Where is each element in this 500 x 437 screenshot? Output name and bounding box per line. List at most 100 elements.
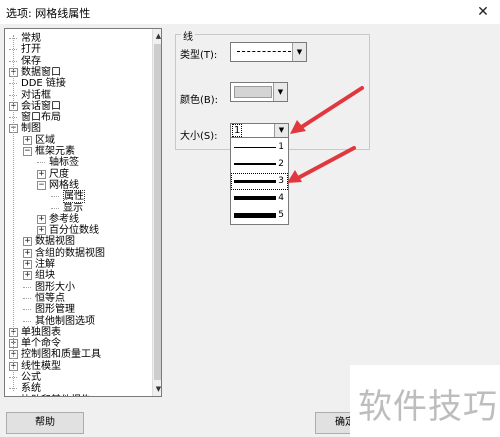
size-option[interactable]: 3	[231, 173, 288, 190]
tree-item[interactable]: 其他制图选项	[23, 316, 95, 328]
tree-item[interactable]: + 线性模型	[9, 361, 61, 373]
tree-connector	[23, 316, 31, 322]
arrow-to-size-option-3	[287, 146, 356, 183]
tree-connector	[37, 157, 45, 164]
options-tree[interactable]: 常规 打开 保存 + 数据窗口 DDE 链接 对话框 + 会话窗口 窗口布局 − 制图 + 区域 − 框架元素…	[4, 28, 162, 397]
chevron-down-icon[interactable]: ▼	[273, 83, 287, 101]
tree-connector	[23, 304, 31, 311]
line-weight-preview	[234, 196, 276, 200]
tree-item-label: 图形大小	[35, 281, 75, 293]
tree-item-label: 尺度	[49, 168, 69, 180]
tree-item[interactable]: 属性	[51, 190, 85, 204]
size-option[interactable]: 5	[231, 207, 288, 224]
size-option-label: 1	[278, 142, 284, 152]
close-icon[interactable]: ✕	[466, 0, 500, 24]
tree-item-label: 系统	[21, 383, 41, 395]
tree-item-label: 控制图和质量工具	[21, 349, 101, 361]
tree-root-connector	[13, 35, 14, 391]
size-value: 1	[231, 124, 243, 137]
tree-item[interactable]: + 单独图表	[9, 327, 61, 339]
tree-item[interactable]: + 区域	[23, 135, 55, 147]
tree-item[interactable]: + 数据视图	[23, 236, 75, 248]
tree-item[interactable]: + 组块	[23, 270, 55, 282]
tree-item-label: 公式	[21, 372, 41, 383]
tree-item-label: 会话窗口	[21, 100, 61, 112]
tree-item-label: 注解	[35, 259, 55, 270]
tree-connector	[51, 191, 59, 198]
tree-item-label: 线性模型	[21, 360, 61, 372]
color-swatch	[234, 86, 272, 98]
tree-item-label: 参考线	[49, 213, 79, 225]
color-label: 颜色(B):	[180, 95, 219, 106]
tree-item-label: 含组的数据视图	[35, 247, 105, 259]
size-option-label: 4	[278, 193, 284, 203]
expand-icon[interactable]: +	[37, 226, 46, 236]
line-weight-preview	[234, 213, 276, 218]
size-option[interactable]: 4	[231, 190, 288, 207]
tree-connector	[9, 395, 17, 396]
size-option-label: 3	[278, 176, 284, 186]
expand-icon[interactable]: +	[23, 135, 32, 145]
tree-item[interactable]: DDE 链接	[9, 78, 66, 90]
line-weight-preview	[234, 163, 276, 165]
tree-item-label: 其他制图选项	[35, 315, 95, 327]
help-button[interactable]: 帮助	[6, 412, 84, 434]
tree-item[interactable]: 图形管理	[23, 304, 75, 316]
line-color-combo[interactable]: ▼	[230, 82, 288, 102]
expand-icon[interactable]: +	[23, 260, 32, 269]
expand-icon[interactable]: +	[23, 248, 32, 258]
scroll-thumb[interactable]	[154, 44, 161, 380]
line-group-title: 线	[181, 28, 195, 43]
tree-item-label: 单个命令	[21, 338, 61, 350]
size-option-label: 5	[278, 210, 284, 220]
tree-item-label: 显示	[63, 202, 83, 214]
tree-item-label: 图形管理	[35, 304, 75, 316]
tree-item[interactable]: 图形大小	[23, 282, 75, 294]
collapse-icon[interactable]: −	[37, 180, 46, 190]
tree-item-label: 窗口布局	[21, 112, 61, 124]
expand-icon[interactable]: +	[37, 169, 46, 179]
tree-item-label: 数据窗口	[21, 66, 61, 78]
tree-item[interactable]: + 参考线	[37, 214, 79, 226]
size-label: 大小(S):	[180, 131, 218, 142]
size-option[interactable]: 1	[231, 139, 288, 156]
scroll-up-icon[interactable]: ▲	[153, 29, 161, 43]
expand-icon[interactable]: +	[37, 214, 46, 224]
tree-item[interactable]: 协助和其他报告	[9, 395, 91, 396]
chevron-down-icon[interactable]: ▼	[274, 124, 288, 137]
line-weight-preview	[234, 180, 276, 183]
tree-item-label: 组块	[35, 270, 55, 282]
title-bar: 选项: 网格线属性 ✕	[0, 0, 500, 24]
tree-item[interactable]: + 控制图和质量工具	[9, 349, 101, 361]
tree-item-label: 恒等点	[35, 292, 65, 304]
tree-item-label: 数据视图	[35, 236, 75, 248]
expand-icon[interactable]: +	[23, 271, 32, 281]
tree-item-label: 区域	[35, 134, 55, 146]
size-option[interactable]: 2	[231, 156, 288, 173]
tree-item-label: DDE 链接	[21, 78, 66, 90]
chevron-down-icon[interactable]: ▼	[292, 43, 306, 61]
tree-connector	[23, 293, 31, 299]
tree-item[interactable]: + 含组的数据视图	[23, 248, 105, 260]
tree-item-label: 属性	[63, 190, 85, 204]
tree-item[interactable]: + 会话窗口	[9, 101, 61, 113]
line-size-combo[interactable]: 1 ▼	[230, 123, 289, 138]
tree-item[interactable]: 对话框	[9, 90, 51, 102]
tree-item[interactable]: + 尺度	[37, 169, 69, 181]
size-option-label: 2	[278, 159, 284, 169]
watermark-text: 软件技巧	[358, 387, 498, 427]
scroll-down-icon[interactable]: ▼	[153, 382, 161, 396]
tree-item-label: 单独图表	[21, 326, 61, 338]
expand-icon[interactable]: +	[23, 237, 32, 247]
tree-scrollbar[interactable]: ▲ ▼	[152, 29, 161, 396]
tree-item-label: 轴标签	[49, 157, 79, 169]
tree-item-label: 制图	[21, 123, 41, 135]
dashed-line-preview	[237, 51, 291, 52]
tree-item-label: 常规	[21, 33, 41, 44]
tree-item-label: 对话框	[21, 89, 51, 101]
size-dropdown-list[interactable]: 1 2 3 4 5	[230, 137, 289, 225]
collapse-icon[interactable]: −	[23, 147, 32, 156]
tree-item[interactable]: 轴标签	[37, 157, 79, 169]
line-type-combo[interactable]: ▼	[230, 42, 307, 62]
tree-item[interactable]: 显示	[51, 203, 83, 215]
